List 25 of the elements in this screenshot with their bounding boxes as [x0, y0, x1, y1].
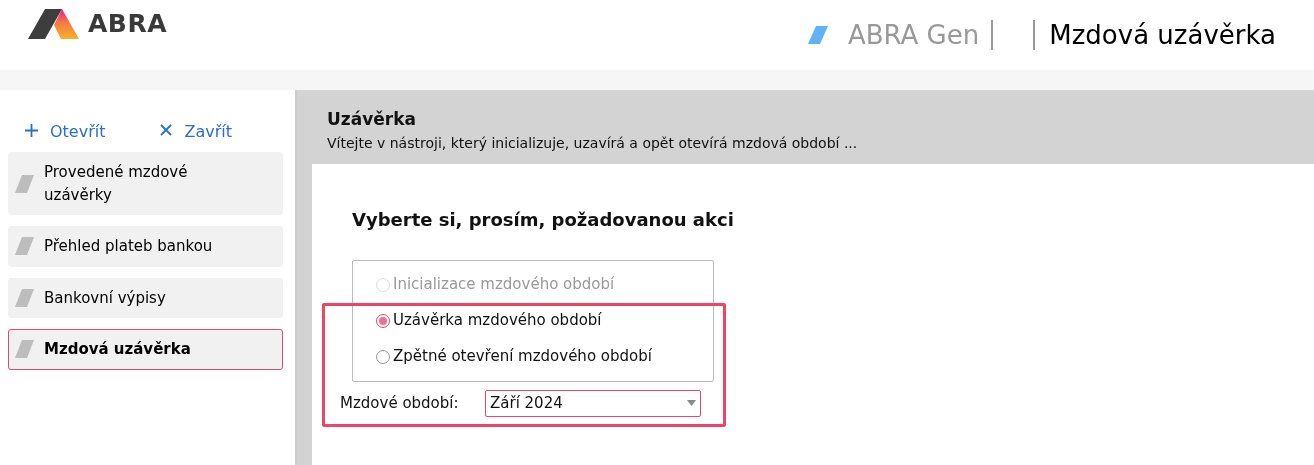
section-heading: Vyberte si, prosím, požadovanou akci [352, 207, 735, 232]
app-name: ABRA Gen [847, 18, 980, 52]
slash-icon [15, 288, 34, 307]
logo-text: ABRA [88, 8, 167, 41]
close-icon [160, 124, 173, 136]
sidebar-item[interactable]: Provedené mzdové uzávěrky [8, 152, 283, 215]
close-button[interactable]: Zavřít [160, 108, 232, 152]
logo-icon [28, 9, 80, 39]
panel-title: Uzávěrka [327, 108, 417, 131]
slash-icon [15, 340, 34, 359]
sidebar-item[interactable]: Bankovní výpisy [8, 277, 283, 318]
caret-icon [687, 400, 696, 407]
radio-option[interactable]: Uzávěrka mzdového období [376, 302, 602, 339]
period-dropdown[interactable]: Září 2024 [485, 389, 701, 417]
panel-subtitle: Vítejte v nástroji, který inicializuje, uzavírá a opět otevírá mzdová období ... [327, 133, 859, 153]
open-button[interactable]: Otevřít [25, 108, 106, 152]
slash-icon [15, 174, 34, 193]
plus-icon [25, 123, 38, 137]
period-label: Mzdové období: [340, 393, 460, 414]
slash-icon [807, 26, 828, 44]
slash-icon [15, 237, 34, 256]
radio-option[interactable]: Zpětné otevření mzdového období [376, 338, 652, 375]
sidebar-item[interactable]: Mzdová uzávěrka [8, 329, 283, 370]
sidebar-item[interactable]: Přehled plateb bankou [8, 226, 283, 267]
page-title: Mzdová uzávěrka [1049, 18, 1276, 52]
